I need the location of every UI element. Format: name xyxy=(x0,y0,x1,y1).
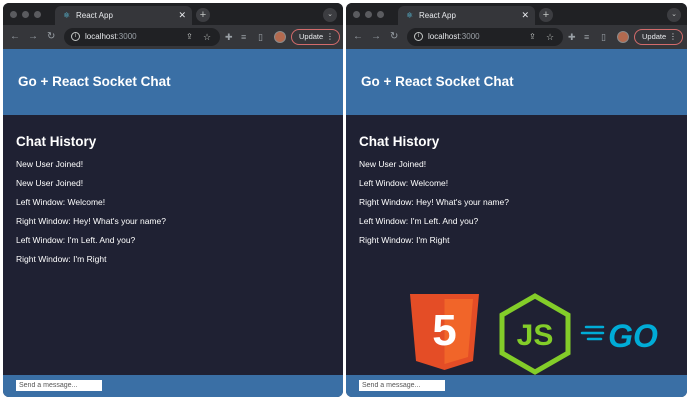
tab-react-app[interactable]: ⚛ React App ✕ xyxy=(55,6,192,25)
tab-react-app[interactable]: ⚛ React App ✕ xyxy=(398,6,535,25)
browser-toolbar: ← → ↻ i localhost:3000 ⇪ ☆ ✚ ≡ ▯ Update … xyxy=(346,25,687,49)
close-window-button[interactable] xyxy=(10,11,17,18)
chat-message: Left Window: I'm Left. And you? xyxy=(359,216,479,226)
url-host: localhost xyxy=(428,32,460,41)
message-input[interactable] xyxy=(359,380,445,391)
chat-message: Right Window: I'm Right xyxy=(359,235,450,245)
chat-input-bar xyxy=(346,375,687,397)
chat-history-title: Chat History xyxy=(16,134,97,149)
html5-digit: 5 xyxy=(432,306,456,355)
app-header: Go + React Socket Chat xyxy=(346,49,687,115)
chat-message: New User Joined! xyxy=(16,159,84,169)
chat-history-title: Chat History xyxy=(359,134,440,149)
tab-title: React App xyxy=(76,11,113,20)
html5-logo-icon: 5 xyxy=(410,294,479,370)
update-label: Update xyxy=(299,32,324,41)
address-url[interactable]: localhost:3000 xyxy=(428,28,480,46)
nodejs-text: JS xyxy=(517,319,554,352)
tab-title: React App xyxy=(419,11,456,20)
bookmark-star-icon[interactable]: ☆ xyxy=(546,28,554,46)
address-url[interactable]: localhost:3000 xyxy=(85,28,137,46)
address-bar[interactable]: i localhost:3000 ⇪ ☆ xyxy=(407,28,563,46)
chat-message: New User Joined! xyxy=(359,159,427,169)
browser-toolbar: ← → ↻ i localhost:3000 ⇪ ☆ ✚ ≡ ▯ Update … xyxy=(3,25,343,49)
site-info-icon[interactable]: i xyxy=(71,32,80,41)
url-port: :3000 xyxy=(459,32,480,41)
tab-close-icon[interactable]: ✕ xyxy=(521,6,529,25)
react-favicon-icon: ⚛ xyxy=(406,11,414,20)
chat-message: Right Window: I'm Right xyxy=(16,254,107,264)
address-bar[interactable]: i localhost:3000 ⇪ ☆ xyxy=(64,28,220,46)
chat-message: New User Joined! xyxy=(16,178,84,188)
chat-message: Right Window: Hey! What's your name? xyxy=(359,197,509,207)
update-button[interactable]: Update ⋮ xyxy=(291,29,340,45)
message-input[interactable] xyxy=(16,380,102,391)
browser-window-right: ⚛ React App ✕ + ⌄ ← → ↻ i localhost:3000… xyxy=(346,3,687,397)
app-header: Go + React Socket Chat xyxy=(3,49,343,115)
media-control-icon[interactable]: ≡ xyxy=(241,25,246,49)
minimize-window-button[interactable] xyxy=(22,11,29,18)
profile-avatar[interactable] xyxy=(617,31,629,43)
go-text: GO xyxy=(608,318,658,354)
minimize-window-button[interactable] xyxy=(365,11,372,18)
maximize-window-button[interactable] xyxy=(377,11,384,18)
more-vert-icon[interactable]: ⋮ xyxy=(326,30,334,44)
reload-icon[interactable]: ↻ xyxy=(390,25,398,49)
tab-bar: ⚛ React App ✕ + ⌄ xyxy=(346,3,687,25)
nodejs-logo-icon: JS xyxy=(499,293,571,375)
update-label: Update xyxy=(642,32,667,41)
reload-icon[interactable]: ↻ xyxy=(47,25,55,49)
react-favicon-icon: ⚛ xyxy=(63,11,71,20)
share-icon[interactable]: ⇪ xyxy=(186,28,193,46)
forward-arrow-icon[interactable]: → xyxy=(28,25,38,49)
tab-close-icon[interactable]: ✕ xyxy=(178,6,186,25)
new-tab-button[interactable]: + xyxy=(539,8,553,22)
new-tab-button[interactable]: + xyxy=(196,8,210,22)
close-window-button[interactable] xyxy=(353,11,360,18)
chat-message: Left Window: Welcome! xyxy=(16,197,106,207)
url-port: :3000 xyxy=(116,32,137,41)
tab-search-chevron-icon[interactable]: ⌄ xyxy=(323,8,337,22)
update-button[interactable]: Update ⋮ xyxy=(634,29,683,45)
window-controls xyxy=(353,11,384,18)
share-icon[interactable]: ⇪ xyxy=(529,28,536,46)
tab-search-chevron-icon[interactable]: ⌄ xyxy=(667,8,681,22)
chat-input-bar xyxy=(3,375,343,397)
maximize-window-button[interactable] xyxy=(34,11,41,18)
extensions-puzzle-icon[interactable]: ✚ xyxy=(568,25,576,49)
browser-window-left: ⚛ React App ✕ + ⌄ ← → ↻ i localhost:3000… xyxy=(3,3,343,397)
side-panel-icon[interactable]: ▯ xyxy=(601,25,606,49)
extensions-puzzle-icon[interactable]: ✚ xyxy=(225,25,233,49)
tab-bar: ⚛ React App ✕ + ⌄ xyxy=(3,3,343,25)
url-host: localhost xyxy=(85,32,117,41)
chat-history: Chat History New User Joined! New User J… xyxy=(16,134,343,272)
app-title: Go + React Socket Chat xyxy=(361,74,514,89)
forward-arrow-icon[interactable]: → xyxy=(371,25,381,49)
site-info-icon[interactable]: i xyxy=(414,32,423,41)
back-arrow-icon[interactable]: ← xyxy=(353,25,363,49)
chat-message: Left Window: Welcome! xyxy=(359,178,449,188)
bookmark-star-icon[interactable]: ☆ xyxy=(203,28,211,46)
profile-avatar[interactable] xyxy=(274,31,286,43)
chat-message: Left Window: I'm Left. And you? xyxy=(16,235,136,245)
chat-message: Right Window: Hey! What's your name? xyxy=(16,216,166,226)
side-panel-icon[interactable]: ▯ xyxy=(258,25,263,49)
back-arrow-icon[interactable]: ← xyxy=(10,25,20,49)
window-controls xyxy=(10,11,41,18)
media-control-icon[interactable]: ≡ xyxy=(584,25,589,49)
app-title: Go + React Socket Chat xyxy=(18,74,171,89)
go-logo-icon: GO xyxy=(580,318,658,354)
more-vert-icon[interactable]: ⋮ xyxy=(669,30,677,44)
chat-history: Chat History New User Joined! Left Windo… xyxy=(359,134,687,253)
